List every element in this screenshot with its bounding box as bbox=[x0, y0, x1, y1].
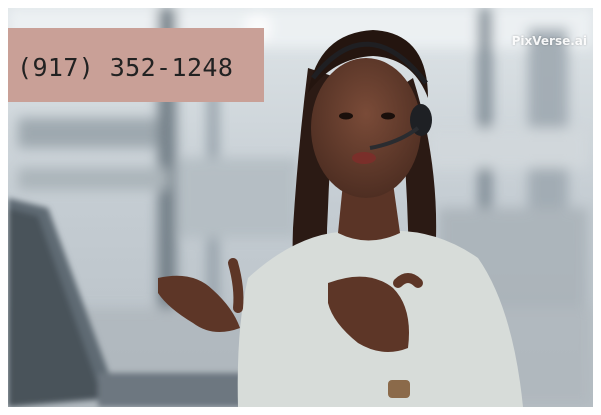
phone-number-banner: (917) 352-1248 bbox=[8, 28, 264, 102]
watermark-logo: PixVerse.ai bbox=[511, 34, 587, 48]
phone-number: (917) 352-1248 bbox=[17, 52, 234, 82]
photo-frame: (917) 352-1248 PixVerse.ai bbox=[8, 8, 593, 407]
